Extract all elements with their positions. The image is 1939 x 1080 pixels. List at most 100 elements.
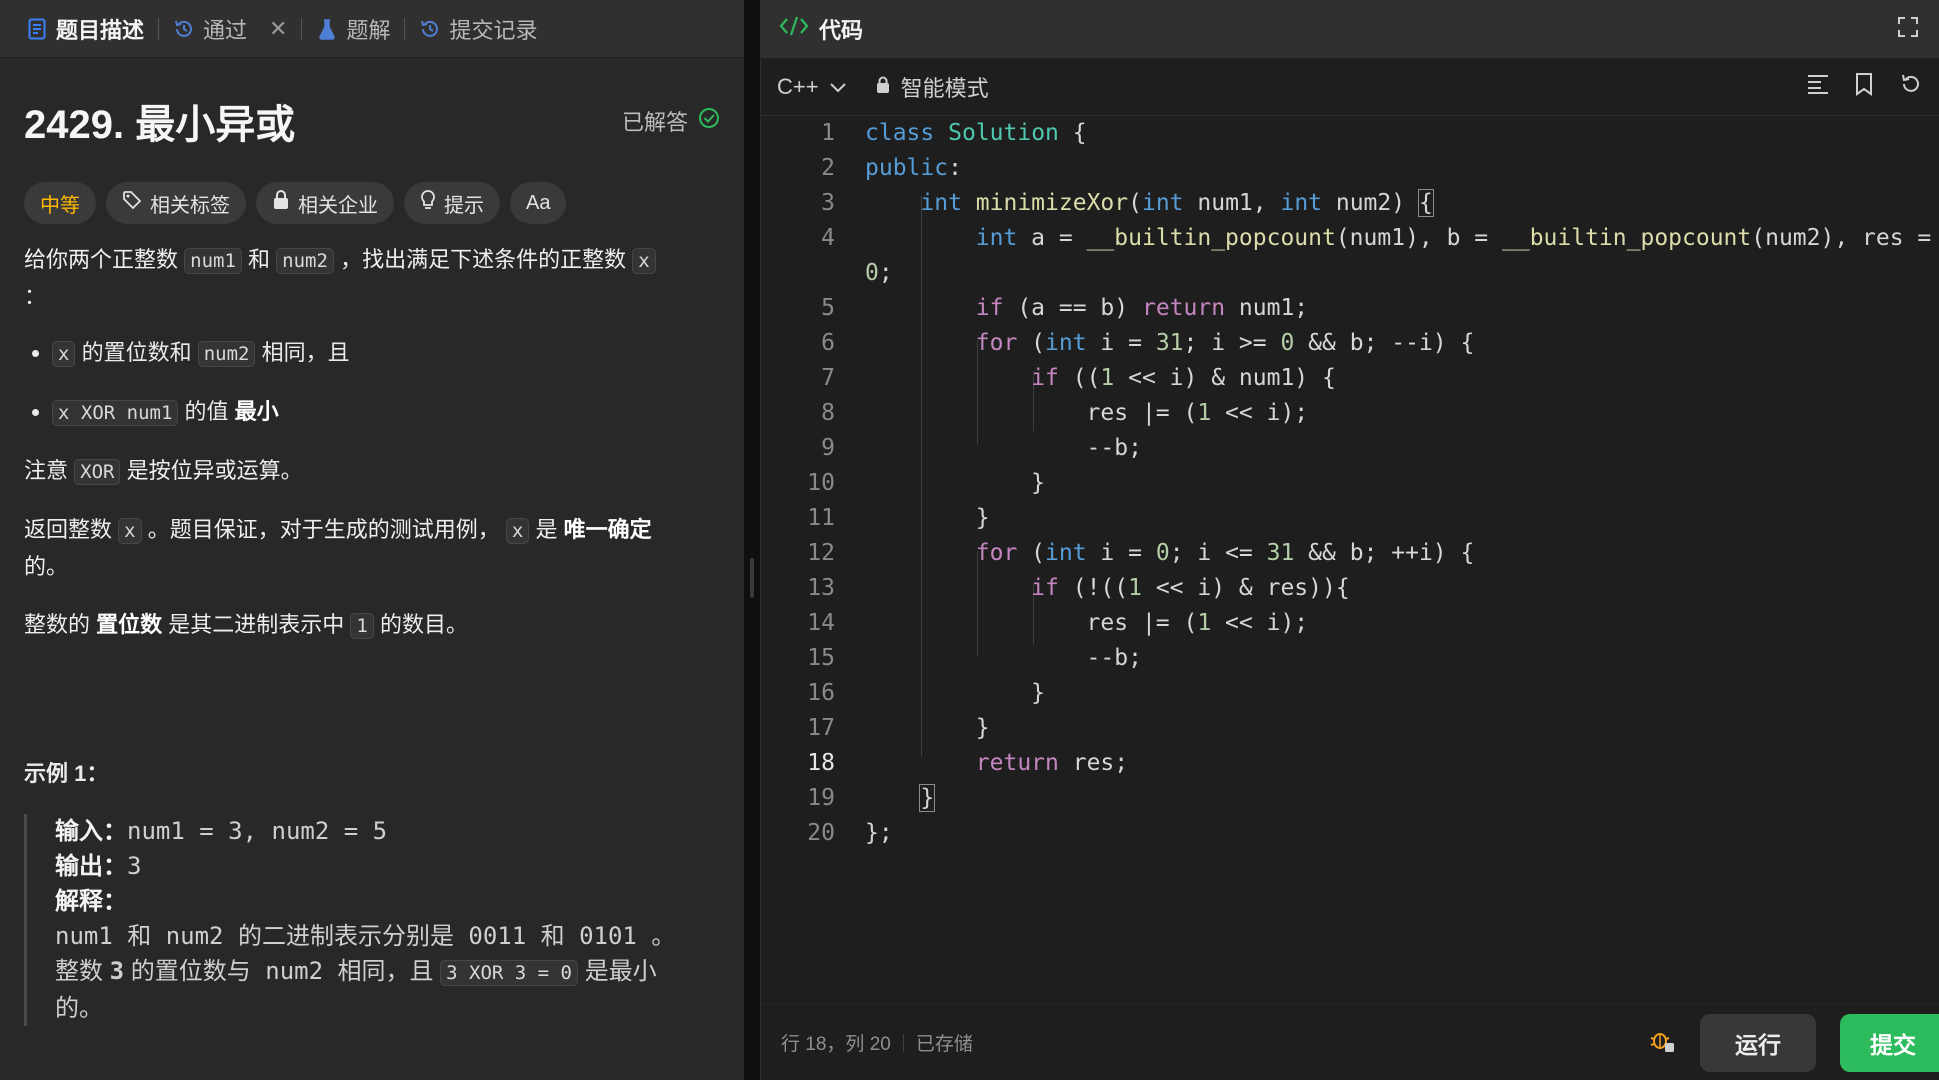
example-output: 输出：3 — [55, 849, 720, 884]
code-text: } — [865, 715, 990, 741]
condition-list: x 的置位数和 num2 相同，且 x XOR num1 的值 最小 — [24, 335, 720, 431]
mode-label: 智能模式 — [900, 75, 989, 101]
solved-status: 已解答 — [622, 105, 720, 137]
code-line: 5 if (a == b) return num1; — [761, 291, 1939, 326]
description-paragraph: 给你两个正整数 num1 和 num2 ，找出满足下述条件的正整数 x ： — [24, 242, 720, 315]
description-icon — [26, 18, 48, 40]
code-text: return res; — [975, 750, 1129, 776]
code-title-label: 代码 — [819, 18, 864, 43]
code-line: 7 if ((1 << i) & num1) { — [761, 361, 1939, 396]
panel-splitter[interactable] — [744, 0, 760, 1080]
tab-accepted[interactable]: 通过 ✕ — [165, 0, 295, 58]
close-icon[interactable]: ✕ — [269, 16, 287, 42]
fullscreen-icon[interactable] — [1897, 16, 1919, 43]
run-button[interactable]: 运行 — [1700, 1013, 1816, 1072]
smart-mode-toggle[interactable]: 智能模式 — [875, 71, 989, 103]
title-row: 2429. 最小异或 已解答 — [24, 100, 720, 147]
chip-label: 相关企业 — [298, 194, 378, 217]
text: ： — [24, 284, 47, 309]
code-text: } — [865, 680, 1046, 706]
label: 解释： — [55, 888, 127, 915]
code-text: for (int i = 31; i >= 0 && b; --i) { — [975, 330, 1475, 356]
code-text: } — [919, 784, 936, 812]
text: 相同，且 — [261, 340, 350, 365]
tab-submissions-label: 提交记录 — [449, 17, 538, 43]
chip-related-tags[interactable]: 相关标签 — [106, 182, 246, 224]
code-line: 12 for (int i = 0; i <= 31 && b; ++i) { — [761, 536, 1939, 571]
example-explain: 解释： — [55, 884, 720, 919]
line-number: 7 — [821, 365, 835, 391]
line-number: 15 — [807, 645, 835, 671]
chip-hint[interactable]: 提示 — [404, 182, 500, 224]
code-editor[interactable]: 1 class Solution { 2 public: 3 int minimiz… — [761, 116, 1939, 996]
code-line: 13 if (!((1 << i) & res)){ — [761, 571, 1939, 606]
reset-icon[interactable] — [1899, 72, 1923, 101]
line-number: 13 — [807, 575, 835, 601]
text: 和 — [248, 247, 271, 272]
check-circle-icon — [698, 107, 720, 135]
tab-submissions[interactable]: 提交记录 — [411, 0, 545, 58]
inline-code: num2 — [197, 341, 256, 367]
code-text: res |= (1 << i); — [865, 610, 1309, 636]
difficulty-badge: 中等 — [24, 182, 96, 224]
chip-related-companies[interactable]: 相关企业 — [256, 182, 394, 224]
value: 3 — [127, 852, 142, 880]
line-number: 4 — [821, 225, 835, 251]
code-line: 1 class Solution { — [761, 116, 1939, 151]
text: 给你两个正整数 — [24, 247, 179, 272]
inline-code: 1 — [350, 613, 374, 639]
code-panel-title: 代码 — [779, 13, 863, 45]
label: 输出： — [55, 853, 127, 880]
line-number: 11 — [807, 505, 835, 531]
inline-code: x — [52, 341, 76, 367]
line-number: 1 — [821, 120, 835, 146]
tab-divider — [404, 17, 406, 40]
line-number: 19 — [807, 785, 835, 811]
tab-accepted-label: 通过 — [203, 17, 248, 43]
text: ，找出满足下述条件的正整数 — [340, 247, 627, 272]
submit-button[interactable]: 提交 — [1840, 1013, 1939, 1072]
line-number: 12 — [807, 540, 835, 566]
text: 返回整数 — [24, 517, 113, 542]
chip-font-size[interactable]: Aa — [510, 182, 567, 224]
flask-icon — [316, 18, 338, 40]
code-text: if (a == b) return num1; — [975, 295, 1309, 321]
app-window: 题目描述 通过 ✕ 题解 提交记录 2429. 最小异或 已解答 中等 相关标签… — [0, 0, 1939, 1080]
line-number: 20 — [807, 820, 835, 846]
problem-title[interactable]: 2429. 最小异或 — [24, 92, 295, 150]
code-text: public: — [865, 155, 962, 181]
text: 的。 — [24, 554, 69, 579]
lock-icon — [875, 74, 891, 100]
list-item: x 的置位数和 num2 相同，且 — [52, 335, 720, 372]
debugger-icon[interactable] — [1648, 1026, 1676, 1059]
tab-divider — [301, 17, 303, 40]
format-icon[interactable] — [1807, 74, 1829, 99]
code-line: 20}; — [761, 816, 1939, 851]
lock-icon — [272, 190, 290, 216]
line-number: 10 — [807, 470, 835, 496]
code-text: for (int i = 0; i <= 31 && b; ++i) { — [975, 540, 1475, 566]
tag-icon — [122, 190, 142, 216]
text: 的置位数与 num2 相同，且 — [130, 957, 434, 985]
text: 是按位异或运算。 — [126, 458, 303, 483]
tab-solutions[interactable]: 题解 — [308, 0, 398, 58]
code-line: 16 } — [761, 676, 1939, 711]
problem-chips: 中等 相关标签 相关企业 提示 Aa — [24, 182, 720, 224]
cursor-position: 行 18，列 20 — [781, 1034, 891, 1055]
toolbar-left: C++ 智能模式 — [777, 71, 989, 103]
code-line: 14 res |= (1 << i); — [761, 606, 1939, 641]
tab-description[interactable]: 题目描述 — [18, 0, 152, 58]
drag-handle[interactable] — [750, 558, 754, 598]
language-select[interactable]: C++ — [777, 74, 847, 100]
language-label: C++ — [777, 73, 819, 99]
bookmark-icon[interactable] — [1855, 72, 1873, 101]
code-text: int a = __builtin_popcount(num1), b = __… — [975, 225, 1932, 251]
code-line: 19 } — [761, 781, 1939, 816]
line-number: 6 — [821, 330, 835, 356]
chip-label: 相关标签 — [150, 194, 230, 217]
code-line: 8 res |= (1 << i); — [761, 396, 1939, 431]
text: 的置位数和 — [81, 340, 192, 365]
text: 是其二进制表示中 — [168, 612, 345, 637]
inline-code: num2 — [276, 248, 334, 274]
text: 的数目。 — [380, 612, 469, 637]
